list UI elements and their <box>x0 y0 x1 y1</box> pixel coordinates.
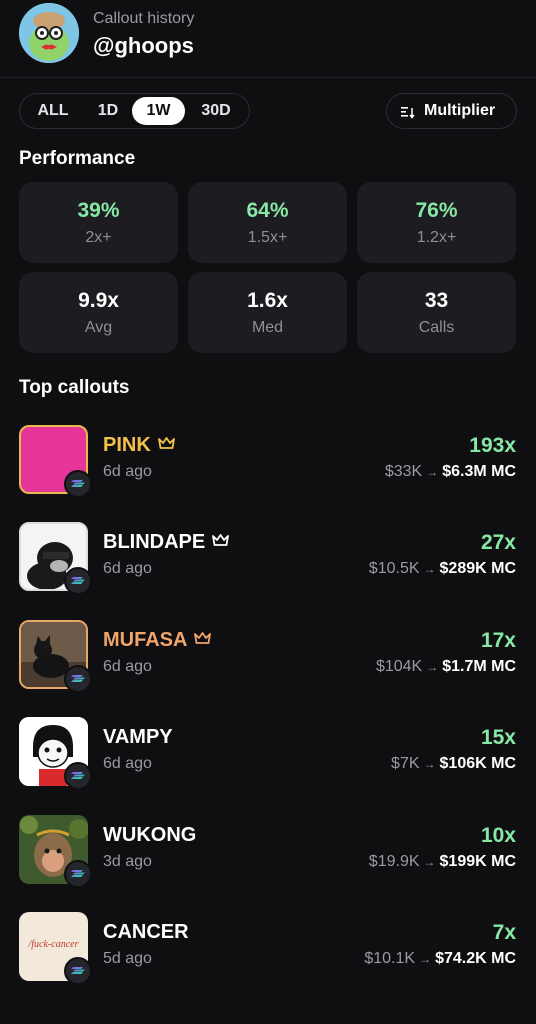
avatar[interactable] <box>19 3 79 63</box>
call-age: 3d ago <box>103 853 152 870</box>
stat-card-1-5x: 64% 1.5x+ <box>188 182 347 263</box>
from-market-cap: $19.9K <box>368 853 420 870</box>
multiplier-value: 10x <box>480 824 516 847</box>
call-age: 6d ago <box>103 560 152 577</box>
multiplier-value: 15x <box>480 726 516 749</box>
filter-all[interactable]: ALL <box>26 97 80 125</box>
callout-row[interactable]: BLINDAPE 6d ago 27x $10.5K → $289K MC <box>0 522 536 602</box>
market-cap-change: $33K → $6.3M MC <box>385 463 516 481</box>
stat-value: 9.9x <box>78 289 119 312</box>
arrow-right-icon: → <box>426 465 439 479</box>
crown-icon <box>212 534 230 546</box>
market-cap-change: $10.5K → $289K MC <box>369 560 516 578</box>
arrow-right-icon: → <box>423 757 436 771</box>
performance-title: Performance <box>19 148 136 169</box>
header-subtitle: Callout history <box>93 10 195 27</box>
market-cap-change: $19.9K → $199K MC <box>369 853 516 871</box>
arrow-right-icon: → <box>423 855 436 869</box>
from-market-cap: $7K <box>391 755 420 772</box>
stat-card-avg: 9.9x Avg <box>19 272 178 353</box>
market-cap-change: $104K → $1.7M MC <box>376 658 516 676</box>
multiplier-value: 27x <box>480 531 516 554</box>
token-name-text: MUFASA <box>103 629 188 651</box>
stat-card-2x: 39% 2x+ <box>19 182 178 263</box>
crown-icon <box>194 632 212 644</box>
to-market-cap: $289K MC <box>439 560 516 577</box>
callout-row[interactable]: PINK 6d ago 193x $33K → $6.3M MC <box>0 425 536 505</box>
from-market-cap: $33K <box>384 463 423 480</box>
callout-row[interactable]: WUKONG 3d ago 10x $19.9K → $199K MC <box>0 815 536 895</box>
username: @ghoops <box>93 33 194 58</box>
multiplier-value: 193x <box>469 434 516 457</box>
stat-label: Med <box>251 319 284 336</box>
token-name-text: BLINDAPE <box>103 531 206 553</box>
filter-30d[interactable]: 30D <box>190 97 242 125</box>
multiplier-sort-button[interactable]: Multiplier <box>386 93 517 129</box>
crown-icon <box>157 437 175 449</box>
multiplier-value: 17x <box>480 629 516 652</box>
stat-card-med: 1.6x Med <box>188 272 347 353</box>
token-name-text: PINK <box>103 434 151 456</box>
stat-label: 2x+ <box>85 229 112 246</box>
from-market-cap: $104K <box>375 658 423 675</box>
arrow-right-icon: → <box>426 660 439 674</box>
stat-value: 33 <box>424 289 449 312</box>
multiplier-value: 7x <box>492 921 516 944</box>
to-market-cap: $1.7M MC <box>442 658 516 675</box>
sort-icon <box>401 107 415 119</box>
token-name: WUKONG <box>103 824 197 846</box>
call-age: 6d ago <box>103 463 152 480</box>
stat-label: 1.5x+ <box>247 229 288 246</box>
token-name: PINK <box>103 434 176 457</box>
call-age: 6d ago <box>103 755 152 772</box>
token-name: VAMPY <box>103 726 173 748</box>
to-market-cap: $106K MC <box>439 755 516 772</box>
token-name: MUFASA <box>103 629 212 652</box>
filter-1w[interactable]: 1W <box>132 97 185 125</box>
stat-label: Avg <box>84 319 113 336</box>
solana-icon <box>64 665 92 693</box>
to-market-cap: $199K MC <box>439 853 516 870</box>
solana-icon <box>64 567 92 595</box>
from-market-cap: $10.5K <box>368 560 420 577</box>
to-market-cap: $6.3M MC <box>442 463 516 480</box>
stat-card-1-2x: 76% 1.2x+ <box>357 182 516 263</box>
solana-icon <box>64 957 92 985</box>
market-cap-change: $10.1K → $74.2K MC <box>364 950 516 968</box>
arrow-right-icon: → <box>423 562 436 576</box>
call-age: 5d ago <box>103 950 152 967</box>
callout-history-page: Callout history @ghoops ALL 1D 1W 30D Mu… <box>0 0 536 1024</box>
from-market-cap: $10.1K <box>364 950 416 967</box>
stat-value: 64% <box>246 199 289 222</box>
solana-icon <box>64 470 92 498</box>
token-name: BLINDAPE <box>103 531 230 554</box>
market-cap-change: $7K → $106K MC <box>391 755 516 773</box>
stat-card-calls: 33 Calls <box>357 272 516 353</box>
token-name: CANCER <box>103 921 189 943</box>
callout-row[interactable]: MUFASA 6d ago 17x $104K → $1.7M MC <box>0 620 536 700</box>
cancer-thumb-text: /fuck-cancer <box>28 939 79 950</box>
period-filter: ALL 1D 1W 30D <box>19 93 250 129</box>
stat-label: Calls <box>418 319 455 336</box>
stat-label: 1.2x+ <box>416 229 457 246</box>
callout-row[interactable]: VAMPY 6d ago 15x $7K → $106K MC <box>0 717 536 797</box>
top-callouts-title: Top callouts <box>19 377 130 398</box>
filter-1d[interactable]: 1D <box>86 97 130 125</box>
to-market-cap: $74.2K MC <box>435 950 516 967</box>
callout-row[interactable]: /fuck-cancer CANCER 5d ago 7x $10.1K → $74… <box>0 912 536 992</box>
call-age: 6d ago <box>103 658 152 675</box>
solana-icon <box>64 860 92 888</box>
arrow-right-icon: → <box>419 952 432 966</box>
profile-header: Callout history @ghoops <box>0 0 536 78</box>
stat-value: 76% <box>415 199 458 222</box>
solana-icon <box>64 762 92 790</box>
stat-value: 39% <box>77 199 120 222</box>
stat-value: 1.6x <box>247 289 288 312</box>
multiplier-label: Multiplier <box>424 102 496 119</box>
